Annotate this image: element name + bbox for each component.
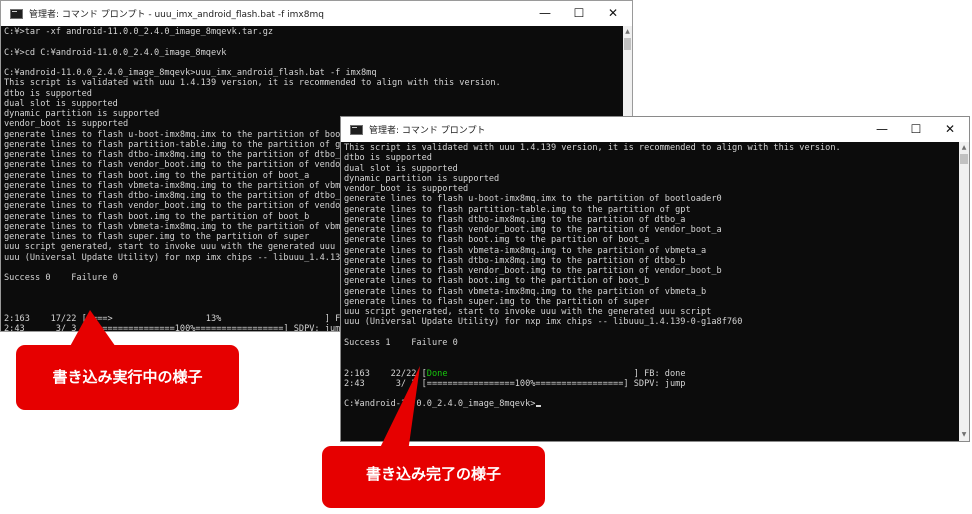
callout-pointers: [68, 310, 420, 452]
callout-pointer-in-progress: [68, 310, 118, 350]
callout-in-progress: 書き込み実行中の様子: [16, 345, 239, 410]
callout-complete: 書き込み完了の様子: [322, 446, 545, 508]
callout-pointer-complete: [378, 366, 420, 452]
